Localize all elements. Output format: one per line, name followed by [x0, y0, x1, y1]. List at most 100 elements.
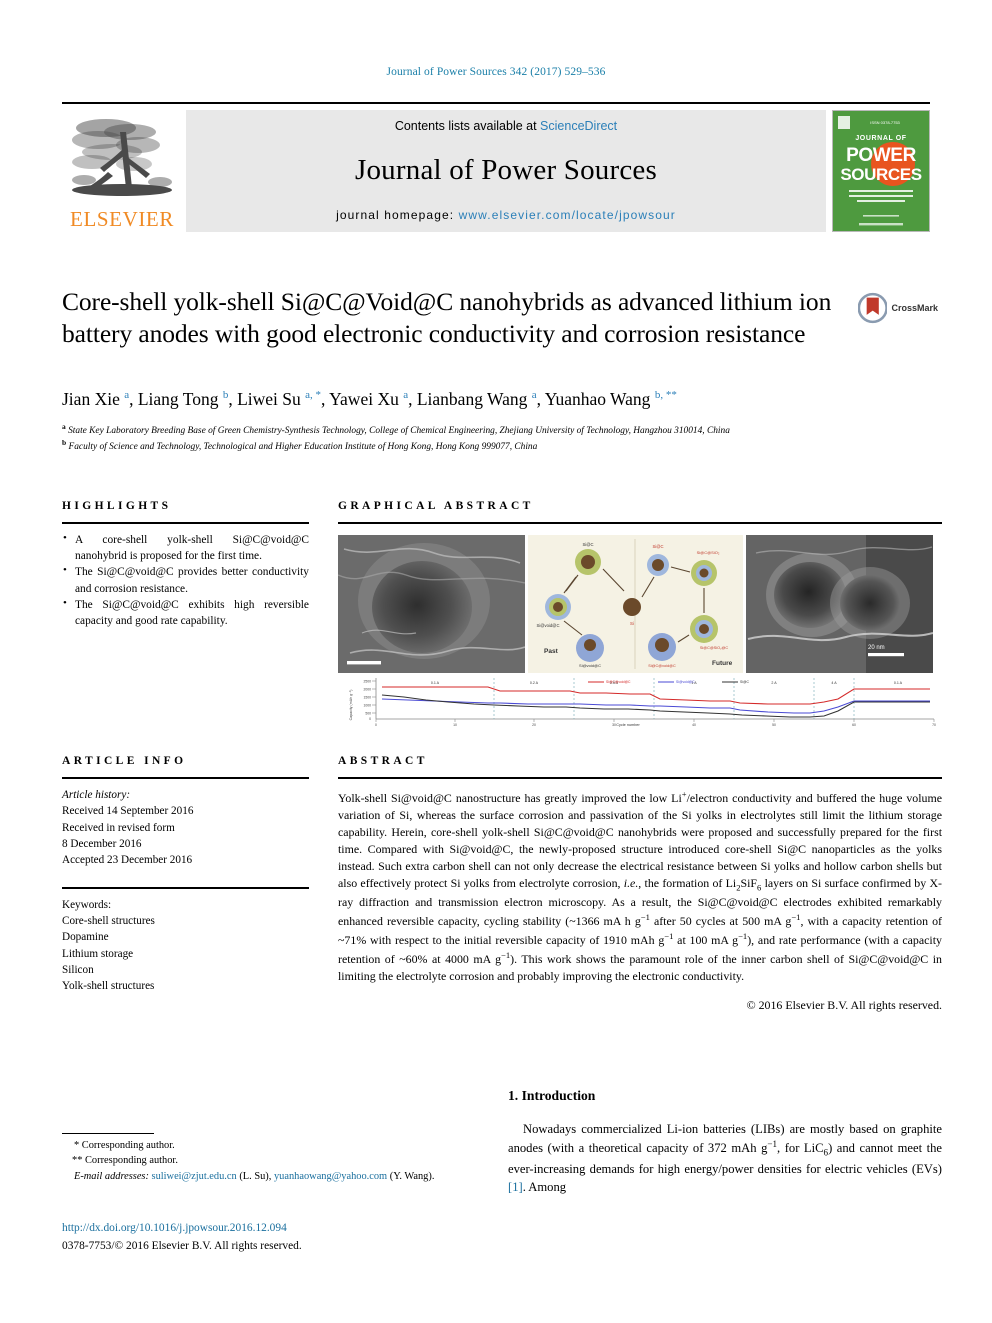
elsevier-tree-icon: [72, 119, 172, 196]
keyword-item: Core-shell structures: [62, 915, 155, 928]
svg-text:Future: Future: [712, 660, 733, 667]
svg-text:Cycle number: Cycle number: [616, 723, 640, 727]
affiliation-a: a State Key Laboratory Breeding Base of …: [62, 422, 730, 437]
journal-title: Journal of Power Sources: [355, 154, 657, 186]
elsevier-wordmark: ELSEVIER: [70, 207, 174, 231]
svg-text:Si: Si: [630, 621, 634, 626]
email-addresses-line: E-mail addresses: suliwei@zjut.edu.cn (L…: [62, 1169, 482, 1184]
crossmark-badge[interactable]: CrossMark: [858, 288, 938, 328]
highlights-list: A core-shell yolk-shell Si@C@void@C nano…: [62, 531, 309, 629]
author-list: Jian Xie a, Liang Tong b, Liwei Su a, *,…: [62, 389, 677, 409]
svg-text:Si@C@void@C: Si@C@void@C: [606, 680, 631, 684]
corresponding-author-1: * Corresponding author.: [74, 1140, 175, 1151]
history-line: Received 14 September 2016: [62, 805, 194, 818]
svg-text:2500: 2500: [363, 679, 371, 683]
email-link-1[interactable]: suliwei@zjut.edu.cn: [152, 1171, 237, 1182]
svg-text:Si@C@void@C: Si@C@void@C: [648, 664, 676, 668]
keyword-item: Lithium storage: [62, 947, 134, 960]
page-title: Core-shell yolk-shell Si@C@Void@C nanohy…: [62, 287, 832, 349]
svg-text:4 A: 4 A: [831, 681, 837, 685]
highlights-rule: [62, 522, 309, 524]
svg-text:2000: 2000: [363, 687, 371, 691]
running-head: Journal of Power Sources 342 (2017) 529–…: [386, 66, 606, 78]
svg-text:Si@C: Si@C: [740, 680, 749, 684]
tem-micrograph-b: 20 nm: [746, 535, 933, 673]
article-history-label: Article history:: [62, 789, 131, 801]
affiliations: a State Key Laboratory Breeding Base of …: [62, 422, 822, 454]
svg-text:500: 500: [365, 711, 371, 715]
history-line: Accepted 23 December 2016: [62, 854, 193, 867]
svg-text:60: 60: [852, 723, 856, 727]
corresponding-author-2: ** Corresponding author.: [72, 1155, 178, 1167]
journal-masthead: ELSEVIER Contents lists available at Sci…: [62, 102, 930, 232]
graphical-abstract-heading: GRAPHICAL ABSTRACT: [338, 500, 534, 512]
keywords-label: Keywords:: [62, 898, 112, 911]
list-item: A core-shell yolk-shell Si@C@void@C nano…: [63, 531, 309, 564]
email-link-2[interactable]: yuanhaowang@yahoo.com: [274, 1171, 387, 1182]
svg-text:Capacity (mAh g⁻¹): Capacity (mAh g⁻¹): [349, 690, 353, 721]
keyword-item: Yolk-shell structures: [62, 980, 155, 993]
svg-text:0: 0: [369, 717, 371, 721]
article-history: Article history: Received 14 September 2…: [62, 787, 309, 869]
highlights-heading: HIGHLIGHTS: [62, 500, 172, 512]
doi-link[interactable]: http://dx.doi.org/10.1016/j.jpowsour.201…: [62, 1222, 287, 1234]
issn-copyright: 0378-7753/© 2016 Elsevier B.V. All right…: [62, 1240, 302, 1252]
schematic-diagram: Si@C Si@void@C Si@void@C Past Si Si@C Si…: [528, 535, 743, 673]
svg-text:0.1 A: 0.1 A: [431, 681, 440, 685]
keywords-rule: [62, 886, 309, 889]
tem-image-left: [338, 535, 525, 673]
tem-image-right: 20 nm: [746, 535, 933, 673]
svg-text:POWER: POWER: [846, 145, 916, 166]
journal-homepage-line: journal homepage: www.elsevier.com/locat…: [336, 208, 676, 222]
svg-text:0.1 A: 0.1 A: [894, 681, 903, 685]
homepage-prefix: journal homepage:: [336, 208, 459, 222]
graphical-abstract-chart: 2500 2000 1500 1000 500 0 Capacity (mAh …: [338, 675, 942, 727]
rate-performance-chart: 2500 2000 1500 1000 500 0 Capacity (mAh …: [338, 675, 942, 727]
abstract-section: ABSTRACT Yolk-shell Si@void@C nanostruct…: [338, 755, 942, 1013]
abstract-copyright: © 2016 Elsevier B.V. All rights reserved…: [746, 997, 942, 1012]
article-info-heading: ARTICLE INFO: [62, 755, 187, 767]
abstract-rule: [338, 777, 942, 779]
svg-text:70: 70: [932, 723, 936, 727]
graphical-abstract-figure: Si@C Si@void@C Si@void@C Past Si Si@C Si…: [338, 535, 942, 727]
affiliation-b: b Faculty of Science and Technology, Tec…: [62, 437, 538, 452]
journal-cover-art: ISSN 0378-7753 JOURNAL OF POWER SOURCES: [833, 111, 929, 231]
svg-text:10: 10: [453, 723, 457, 727]
svg-text:20: 20: [532, 723, 536, 727]
contents-prefix: Contents lists available at: [394, 119, 541, 133]
svg-text:Si@C@SiO₂@C: Si@C@SiO₂@C: [700, 646, 728, 650]
keyword-item: Silicon: [62, 964, 94, 977]
masthead-top-rule: [62, 102, 930, 104]
keywords-list: Keywords: Core-shell structures Dopamine…: [62, 897, 309, 995]
svg-text:Si@void@C: Si@void@C: [579, 663, 601, 668]
svg-text:Si@C: Si@C: [583, 542, 594, 547]
svg-text:Past: Past: [544, 648, 559, 655]
footnote-rule: [62, 1133, 154, 1134]
svg-text:50: 50: [772, 723, 776, 727]
email-owner-2: (Y. Wang).: [389, 1170, 435, 1182]
email-label: E-mail addresses:: [74, 1170, 149, 1182]
list-item: The Si@C@void@C exhibits high reversible…: [63, 596, 309, 629]
tem-scalebar-label: 20 nm: [868, 645, 885, 651]
svg-text:2 A: 2 A: [771, 681, 777, 685]
crossmark-label: CrossMark: [891, 303, 938, 313]
contents-list-line: Contents lists available at ScienceDirec…: [395, 119, 617, 133]
svg-text:1500: 1500: [363, 695, 371, 699]
crossmark-icon: [858, 292, 888, 324]
svg-text:0: 0: [375, 723, 377, 727]
homepage-url-link[interactable]: www.elsevier.com/locate/jpowsour: [459, 208, 676, 222]
sciencedirect-link[interactable]: ScienceDirect: [540, 119, 617, 133]
introduction-body: Nowadays commercialized Li-ion batteries…: [508, 1122, 942, 1195]
keyword-item: Dopamine: [62, 931, 109, 944]
history-line: 8 December 2016: [62, 838, 142, 851]
article-first-page: Journal of Power Sources 342 (2017) 529–…: [0, 0, 992, 1323]
highlights-section: HIGHLIGHTS A core-shell yolk-shell Si@C@…: [62, 500, 309, 629]
svg-text:SOURCES: SOURCES: [840, 165, 921, 184]
svg-text:Si@C@SiO₂: Si@C@SiO₂: [697, 550, 720, 555]
email-owner-1: (L. Su),: [239, 1170, 272, 1182]
svg-text:Si@void@C: Si@void@C: [676, 680, 695, 684]
svg-text:1000: 1000: [363, 703, 371, 707]
synthesis-schematic: Si@C Si@void@C Si@void@C Past Si Si@C Si…: [528, 535, 743, 673]
elsevier-logo: ELSEVIER: [62, 110, 182, 232]
history-line: Received in revised form: [62, 821, 175, 834]
